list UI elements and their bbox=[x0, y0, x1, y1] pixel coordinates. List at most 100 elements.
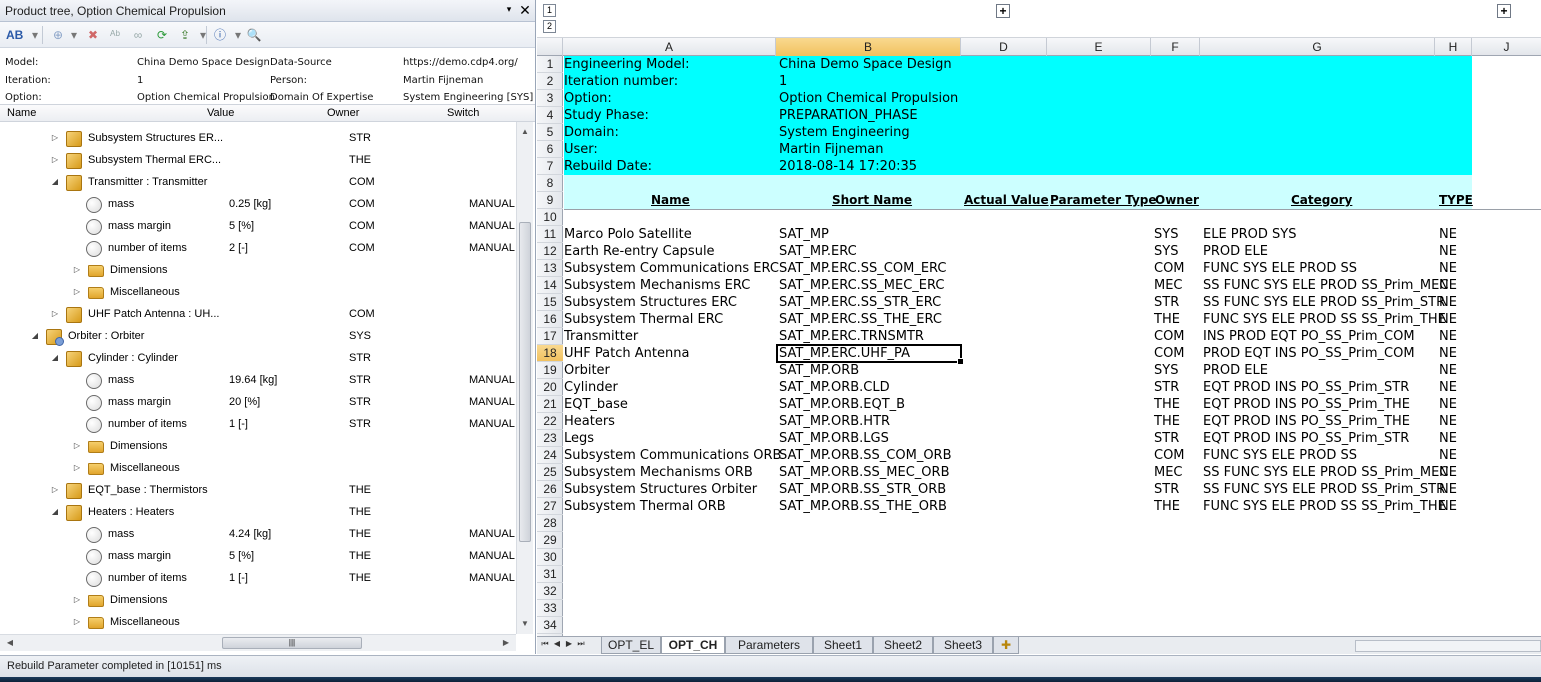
cell-owner[interactable]: THE bbox=[1154, 413, 1180, 430]
meta-label[interactable]: Study Phase: bbox=[564, 107, 649, 124]
cell-short-name[interactable]: SAT_MP.ORB.LGS bbox=[779, 430, 889, 447]
cell-short-name[interactable]: SAT_MP.ERC.SS_THE_ERC bbox=[779, 311, 942, 328]
row-header[interactable]: 9 bbox=[537, 192, 563, 209]
cell-category[interactable]: SS FUNC SYS ELE PROD SS_Prim_STR bbox=[1203, 294, 1445, 311]
meta-value[interactable]: System Engineering bbox=[779, 124, 910, 141]
cell-short-name[interactable]: SAT_MP.ORB.SS_MEC_ORB bbox=[779, 464, 950, 481]
add-icon[interactable]: ⊕ bbox=[50, 27, 66, 43]
row-header[interactable]: 25 bbox=[537, 464, 563, 481]
tree-row[interactable]: mass margin 20 [%] STR MANUAL bbox=[0, 392, 516, 414]
row-header[interactable]: 12 bbox=[537, 243, 563, 260]
cell-owner[interactable]: COM bbox=[1154, 260, 1185, 277]
cell-short-name[interactable]: SAT_MP.ERC.SS_STR_ERC bbox=[779, 294, 941, 311]
row-header[interactable]: 18 bbox=[537, 345, 563, 362]
scroll-up-icon[interactable]: ▲ bbox=[517, 124, 533, 140]
spell-icon[interactable]: ∞ bbox=[130, 27, 146, 43]
dropdown-arrow-icon-4[interactable]: ▾ bbox=[230, 27, 246, 43]
meta-value[interactable]: PREPARATION_PHASE bbox=[779, 107, 918, 124]
tree-row[interactable]: ▷ UHF Patch Antenna : UH... COM bbox=[0, 304, 516, 326]
cell-name[interactable]: Subsystem Thermal ERC bbox=[564, 311, 723, 328]
row-header[interactable]: 33 bbox=[537, 600, 563, 617]
row-header[interactable]: 21 bbox=[537, 396, 563, 413]
outline-level-2-button[interactable]: 2 bbox=[543, 20, 556, 33]
cell-owner[interactable]: MEC bbox=[1154, 464, 1183, 481]
row-header[interactable]: 24 bbox=[537, 447, 563, 464]
cell-type[interactable]: NE bbox=[1439, 345, 1457, 362]
cell-name[interactable]: Earth Re-entry Capsule bbox=[564, 243, 715, 260]
column-header-b[interactable]: B bbox=[776, 38, 961, 56]
worksheet-grid[interactable]: Name Short Name Actual Value Parameter T… bbox=[564, 56, 1541, 636]
cell-short-name[interactable]: SAT_MP bbox=[779, 226, 829, 243]
hscroll-thumb[interactable]: ||| bbox=[222, 637, 362, 649]
dropdown-arrow-icon-2[interactable]: ▾ bbox=[66, 27, 82, 43]
tree-row[interactable]: ▷ Miscellaneous bbox=[0, 458, 516, 480]
tree-row[interactable]: mass margin 5 [%] COM MANUAL bbox=[0, 216, 516, 238]
expand-arrow-icon[interactable]: ▷ bbox=[72, 265, 82, 275]
rename-icon[interactable]: ᴬᵇ bbox=[107, 27, 123, 43]
meta-value[interactable]: 2018-08-14 17:20:35 bbox=[779, 158, 917, 175]
expand-arrow-icon[interactable]: ▷ bbox=[50, 155, 60, 165]
cell-type[interactable]: NE bbox=[1439, 396, 1457, 413]
column-header-f[interactable]: F bbox=[1151, 38, 1200, 56]
header-parameter-type[interactable]: Parameter Type bbox=[1050, 192, 1157, 209]
tree-row[interactable]: ◢ Heaters : Heaters THE bbox=[0, 502, 516, 524]
tree-row[interactable]: number of items 2 [-] COM MANUAL bbox=[0, 238, 516, 260]
cell-short-name[interactable]: SAT_MP.ERC.TRNSMTR bbox=[779, 328, 924, 345]
cell-owner[interactable]: THE bbox=[1154, 311, 1180, 328]
first-sheet-icon[interactable]: ⏮ bbox=[539, 639, 551, 649]
cell-type[interactable]: NE bbox=[1439, 447, 1457, 464]
cell-owner[interactable]: SYS bbox=[1154, 243, 1178, 260]
cell-type[interactable]: NE bbox=[1439, 498, 1457, 515]
cell-category[interactable]: EQT PROD INS PO_SS_Prim_STR bbox=[1203, 379, 1409, 396]
row-header[interactable]: 29 bbox=[537, 532, 563, 549]
col-header-value[interactable]: Value bbox=[207, 107, 234, 119]
row-header[interactable]: 32 bbox=[537, 583, 563, 600]
scroll-down-icon[interactable]: ▼ bbox=[517, 616, 533, 632]
cell-name[interactable]: Subsystem Communications ORB bbox=[564, 447, 781, 464]
row-header[interactable]: 19 bbox=[537, 362, 563, 379]
cell-category[interactable]: INS PROD EQT PO_SS_Prim_COM bbox=[1203, 328, 1415, 345]
expand-arrow-icon[interactable]: ▷ bbox=[50, 133, 60, 143]
row-header[interactable]: 3 bbox=[537, 90, 563, 107]
meta-label[interactable]: Option: bbox=[564, 90, 612, 107]
column-header-d[interactable]: D bbox=[961, 38, 1047, 56]
expand-group-icon-2[interactable]: + bbox=[1497, 4, 1511, 18]
expand-arrow-icon[interactable]: ▷ bbox=[72, 441, 82, 451]
tree-row[interactable]: ▷ Dimensions bbox=[0, 260, 516, 282]
row-header[interactable]: 4 bbox=[537, 107, 563, 124]
select-all-corner[interactable] bbox=[537, 38, 563, 56]
header-type[interactable]: TYPE bbox=[1439, 192, 1473, 209]
sheet-tab-parameters[interactable]: Parameters bbox=[725, 637, 813, 654]
cell-name[interactable]: Subsystem Structures Orbiter bbox=[564, 481, 757, 498]
sheet-tab-sheet2[interactable]: Sheet2 bbox=[873, 637, 933, 654]
cell-owner[interactable]: MEC bbox=[1154, 277, 1183, 294]
dropdown-arrow-icon[interactable]: ▾ bbox=[27, 27, 43, 43]
tree-row[interactable]: ▷ EQT_base : Thermistors THE bbox=[0, 480, 516, 502]
tree-row[interactable]: ▷ Miscellaneous bbox=[0, 282, 516, 304]
cell-name[interactable]: UHF Patch Antenna bbox=[564, 345, 689, 362]
cell-owner[interactable]: SYS bbox=[1154, 226, 1178, 243]
tree-horizontal-scrollbar[interactable]: ◀ ||| ▶ bbox=[0, 634, 516, 651]
row-header[interactable]: 8 bbox=[537, 175, 563, 192]
cell-short-name[interactable]: SAT_MP.ORB.CLD bbox=[779, 379, 890, 396]
cell-name[interactable]: Subsystem Structures ERC bbox=[564, 294, 737, 311]
cell-type[interactable]: NE bbox=[1439, 226, 1457, 243]
row-header[interactable]: 26 bbox=[537, 481, 563, 498]
column-header-g[interactable]: G bbox=[1200, 38, 1435, 56]
search-icon[interactable]: 🔍 bbox=[246, 27, 262, 43]
cell-type[interactable]: NE bbox=[1439, 243, 1457, 260]
row-header[interactable]: 6 bbox=[537, 141, 563, 158]
column-header-a[interactable]: A bbox=[563, 38, 776, 56]
column-header-j[interactable]: J bbox=[1472, 38, 1541, 56]
info-icon[interactable]: ⓘ bbox=[212, 27, 228, 43]
meta-value[interactable]: China Demo Space Design bbox=[779, 56, 952, 73]
cell-category[interactable]: SS FUNC SYS ELE PROD SS_Prim_MEC bbox=[1203, 277, 1448, 294]
cell-owner[interactable]: STR bbox=[1154, 379, 1179, 396]
cell-type[interactable]: NE bbox=[1439, 379, 1457, 396]
column-header-h[interactable]: H bbox=[1435, 38, 1472, 56]
cell-short-name[interactable]: SAT_MP.ERC.SS_COM_ERC bbox=[779, 260, 947, 277]
header-owner[interactable]: Owner bbox=[1155, 192, 1199, 209]
cell-name[interactable]: Cylinder bbox=[564, 379, 618, 396]
row-header[interactable]: 5 bbox=[537, 124, 563, 141]
tree-row[interactable]: mass 0.25 [kg] COM MANUAL bbox=[0, 194, 516, 216]
